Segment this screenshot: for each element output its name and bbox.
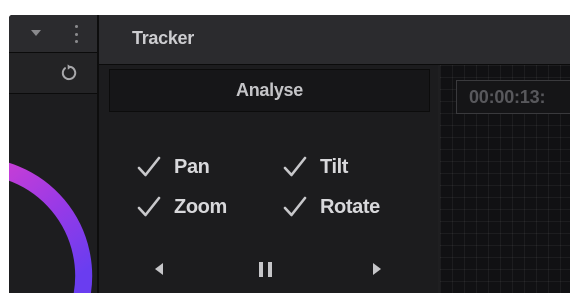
checkmark-icon <box>137 196 161 217</box>
checkmark-icon <box>283 156 307 177</box>
app-window: Tracker Analyse Pan Tilt Zoom Rotate 00:… <box>9 15 570 293</box>
chevron-down-icon[interactable] <box>29 27 43 39</box>
left-panel-toolbar <box>9 53 97 94</box>
pan-checkbox[interactable]: Pan <box>136 153 210 181</box>
timecode-display: 00:00:13: <box>456 80 570 114</box>
color-wheel-panel <box>9 15 97 293</box>
color-wheel[interactable] <box>9 94 97 293</box>
rotate-label: Rotate <box>320 195 380 218</box>
pan-label: Pan <box>174 155 210 178</box>
tracker-graph[interactable]: 00:00:13: <box>440 65 570 293</box>
tilt-checkbox[interactable]: Tilt <box>282 153 348 181</box>
checkmark-icon <box>137 156 161 177</box>
rotate-checkbox[interactable]: Rotate <box>282 193 380 221</box>
timecode: 00:00:13: <box>469 87 546 107</box>
tracker-header: Tracker <box>99 15 570 65</box>
analyse-button[interactable]: Analyse <box>109 69 430 112</box>
tracker-panel: Tracker Analyse Pan Tilt Zoom Rotate 00:… <box>99 15 570 293</box>
tracker-controls: Analyse Pan Tilt Zoom Rotate <box>99 65 438 293</box>
left-panel-header <box>9 15 97 53</box>
zoom-label: Zoom <box>174 195 227 218</box>
play-reverse-icon[interactable] <box>155 260 163 278</box>
pause-icon[interactable] <box>259 260 272 278</box>
play-forward-icon[interactable] <box>373 260 381 278</box>
panel-title: Tracker <box>132 28 194 48</box>
checkmark-icon <box>283 196 307 217</box>
zoom-checkbox[interactable]: Zoom <box>136 193 227 221</box>
reset-icon[interactable] <box>59 63 79 83</box>
kebab-icon[interactable] <box>71 25 81 43</box>
tilt-label: Tilt <box>320 155 349 178</box>
